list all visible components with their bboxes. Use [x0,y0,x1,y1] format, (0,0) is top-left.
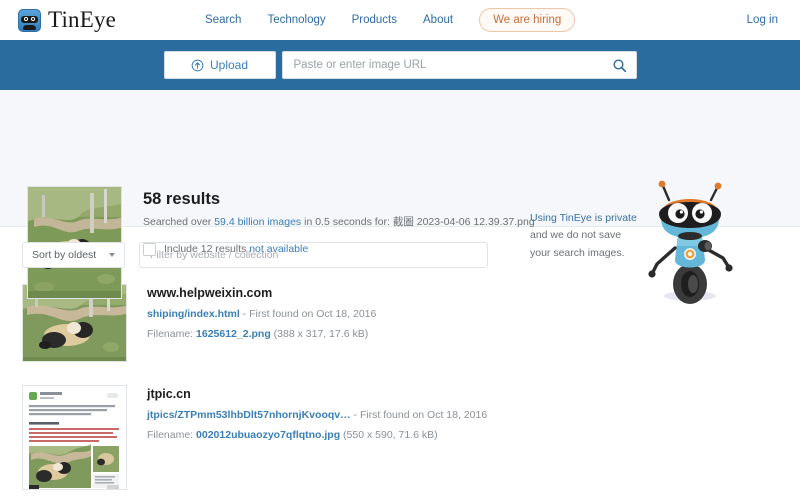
include-results-checkbox[interactable] [143,242,156,256]
tineye-robot-icon [18,8,41,32]
summary-text-block: 58 results Searched over 59.4 billion im… [143,190,535,256]
include-unavailable-row[interactable]: Include 12 results not available [143,242,535,256]
result-thumbnail[interactable] [22,385,127,490]
searched-images-count: 59.4 billion images [214,216,302,228]
nav-item-technology[interactable]: Technology [267,14,325,26]
login-link[interactable]: Log in [747,0,778,40]
result-filename-line: Filename: 002012ubuaozyo7qflqtno.jpg (55… [147,429,487,441]
webpage-screenshot-image [23,386,126,489]
nav-links: Search Technology Products About We are … [205,0,576,40]
sort-dropdown[interactable]: Sort by oldest [22,242,125,268]
result-item: jtpic.cn jtpics/ZTPmm53lhbDlt57nhornjKvo… [22,385,778,490]
result-found-date: - First found on Oct 18, 2016 [239,308,377,320]
include-results-label: Include 12 results not available [164,243,308,255]
search-icon[interactable] [612,58,627,73]
privacy-body: and we do not save your search images. [530,229,625,259]
nav-item-products[interactable]: Products [352,14,397,26]
upload-button-label: Upload [209,58,249,72]
result-filename-label: Filename: [147,328,197,340]
result-path-link[interactable]: jtpics/ZTPmm53lhbDlt57nhornjKvooqv… [147,409,351,421]
sort-dropdown-label: Sort by oldest [32,249,97,261]
searched-stats: Searched over 59.4 billion images in 0.5… [143,216,535,230]
result-path-line: jtpics/ZTPmm53lhbDlt57nhornjKvooqv… - Fi… [147,409,487,421]
image-url-field-wrapper [281,51,637,79]
result-filename-label: Filename: [147,429,197,441]
privacy-notice: Using TinEye is private and we do not sa… [530,210,640,262]
result-filename[interactable]: 002012ubuaozyo7qflqtno.jpg [196,429,340,441]
result-details: www.helpweixin.com shiping/index.html - … [147,284,376,362]
result-found-date: - First found on Oct 18, 2016 [350,409,488,421]
searched-prefix: Searched over [143,216,215,228]
not-available-link[interactable]: not available [249,243,308,255]
upload-button[interactable]: Upload [163,51,276,79]
top-navigation-bar: TinEye Search Technology Products About … [0,0,800,40]
nav-item-search[interactable]: Search [205,14,241,26]
search-summary-panel: 58 results Searched over 59.4 billion im… [0,90,800,304]
upload-icon [191,59,204,71]
results-count: 58 results [143,190,221,208]
result-path-link[interactable]: shiping/index.html [147,308,240,320]
chevron-down-icon [109,253,115,257]
result-domain[interactable]: www.helpweixin.com [147,286,376,300]
image-url-input[interactable] [291,58,612,72]
result-filename[interactable]: 1625612_2.png [196,328,271,340]
result-path-line: shiping/index.html - First found on Oct … [147,308,376,320]
query-filename: 截圖 2023-04-06 12.39.37.png [392,216,535,228]
search-band: Upload [0,40,800,90]
brand-name: TinEye [48,7,117,32]
tineye-logo[interactable]: TinEye [18,7,116,33]
result-domain[interactable]: jtpic.cn [147,387,487,401]
result-details: jtpic.cn jtpics/ZTPmm53lhbDlt57nhornjKvo… [147,385,487,490]
we-are-hiring-button[interactable]: We are hiring [479,8,576,32]
result-filename-line: Filename: 1625612_2.png (388 x 317, 17.6… [147,328,376,340]
nav-item-about[interactable]: About [423,14,453,26]
privacy-heading: Using TinEye is private [530,212,637,224]
tineye-robot-mascot [648,180,733,304]
result-file-meta: (550 x 590, 71.6 kB) [340,429,438,441]
result-file-meta: (388 x 317, 17.6 kB) [270,328,369,340]
searched-middle: in 0.5 seconds for: [301,216,393,228]
include-prefix: Include 12 results [164,243,250,256]
